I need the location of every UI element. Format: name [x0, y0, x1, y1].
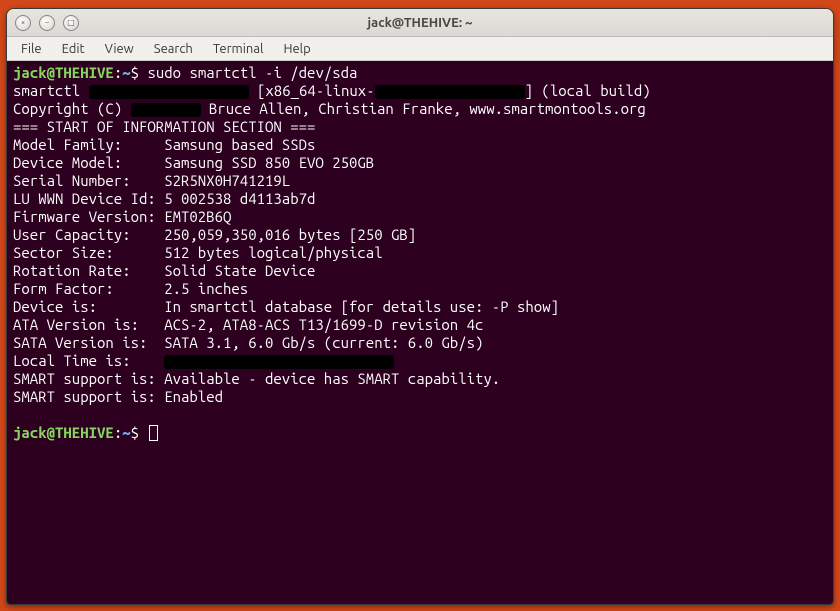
output-line: Device is: In smartctl database [for det…	[13, 298, 827, 316]
prompt-dollar: $	[131, 64, 148, 81]
menu-help[interactable]: Help	[275, 40, 318, 58]
menu-search[interactable]: Search	[146, 40, 201, 58]
output-line: SMART support is: Enabled	[13, 388, 827, 406]
menubar: File Edit View Search Terminal Help	[7, 37, 833, 61]
prompt-sep: :	[114, 424, 122, 441]
maximize-button[interactable]: □	[63, 15, 79, 31]
menu-edit[interactable]: Edit	[54, 40, 93, 58]
titlebar: × − □ jack@THEHIVE: ~	[7, 9, 833, 37]
output-line: Device Model: Samsung SSD 850 EVO 250GB	[13, 154, 827, 172]
prompt-line-2: jack@THEHIVE:~$	[13, 424, 827, 442]
redaction	[89, 85, 249, 99]
output-line: LU WWN Device Id: 5 002538 d4113ab7d	[13, 190, 827, 208]
output-line: Form Factor: 2.5 inches	[13, 280, 827, 298]
menu-file[interactable]: File	[13, 40, 50, 58]
menu-terminal[interactable]: Terminal	[205, 40, 272, 58]
command-text: sudo smartctl -i /dev/sda	[147, 64, 357, 81]
minimize-button[interactable]: −	[39, 15, 55, 31]
output-text: Local Time is:	[13, 352, 164, 369]
prompt-dollar: $	[131, 424, 148, 441]
output-blank	[13, 406, 827, 424]
prompt-line-1: jack@THEHIVE:~$ sudo smartctl -i /dev/sd…	[13, 64, 827, 82]
output-text: [x86_64-linux-	[249, 82, 375, 99]
output-text: smartctl	[13, 82, 89, 99]
prompt-path: ~	[122, 424, 130, 441]
terminal-body[interactable]: jack@THEHIVE:~$ sudo smartctl -i /dev/sd…	[7, 61, 833, 604]
prompt-sep: :	[114, 64, 122, 81]
output-line: SATA Version is: SATA 3.1, 6.0 Gb/s (cur…	[13, 334, 827, 352]
output-line: ATA Version is: ACS-2, ATA8-ACS T13/1699…	[13, 316, 827, 334]
cursor	[149, 425, 158, 441]
output-line: Firmware Version: EMT02B6Q	[13, 208, 827, 226]
output-line: smartctl [x86_64-linux- ] (local build)	[13, 82, 827, 100]
output-line: Copyright (C) Bruce Allen, Christian Fra…	[13, 100, 827, 118]
output-line: Local Time is:	[13, 352, 827, 370]
prompt-user: jack@THEHIVE	[13, 64, 114, 81]
output-line: Sector Size: 512 bytes logical/physical	[13, 244, 827, 262]
output-line: SMART support is: Available - device has…	[13, 370, 827, 388]
terminal-window: × − □ jack@THEHIVE: ~ File Edit View Sea…	[6, 8, 834, 605]
output-line: === START OF INFORMATION SECTION ===	[13, 118, 827, 136]
output-line: User Capacity: 250,059,350,016 bytes [25…	[13, 226, 827, 244]
output-line: Model Family: Samsung based SSDs	[13, 136, 827, 154]
prompt-path: ~	[122, 64, 130, 81]
redaction	[375, 85, 525, 99]
prompt-user: jack@THEHIVE	[13, 424, 114, 441]
output-text: ] (local build)	[525, 82, 651, 99]
window-controls: × − □	[15, 15, 79, 31]
output-text: Bruce Allen, Christian Franke, www.smart…	[201, 100, 646, 117]
window-title: jack@THEHIVE: ~	[7, 16, 833, 30]
redaction	[131, 103, 201, 117]
redaction	[164, 355, 394, 369]
close-button[interactable]: ×	[15, 15, 31, 31]
output-line: Serial Number: S2R5NX0H741219L	[13, 172, 827, 190]
output-text: Copyright (C)	[13, 100, 131, 117]
output-line: Rotation Rate: Solid State Device	[13, 262, 827, 280]
menu-view[interactable]: View	[97, 40, 142, 58]
